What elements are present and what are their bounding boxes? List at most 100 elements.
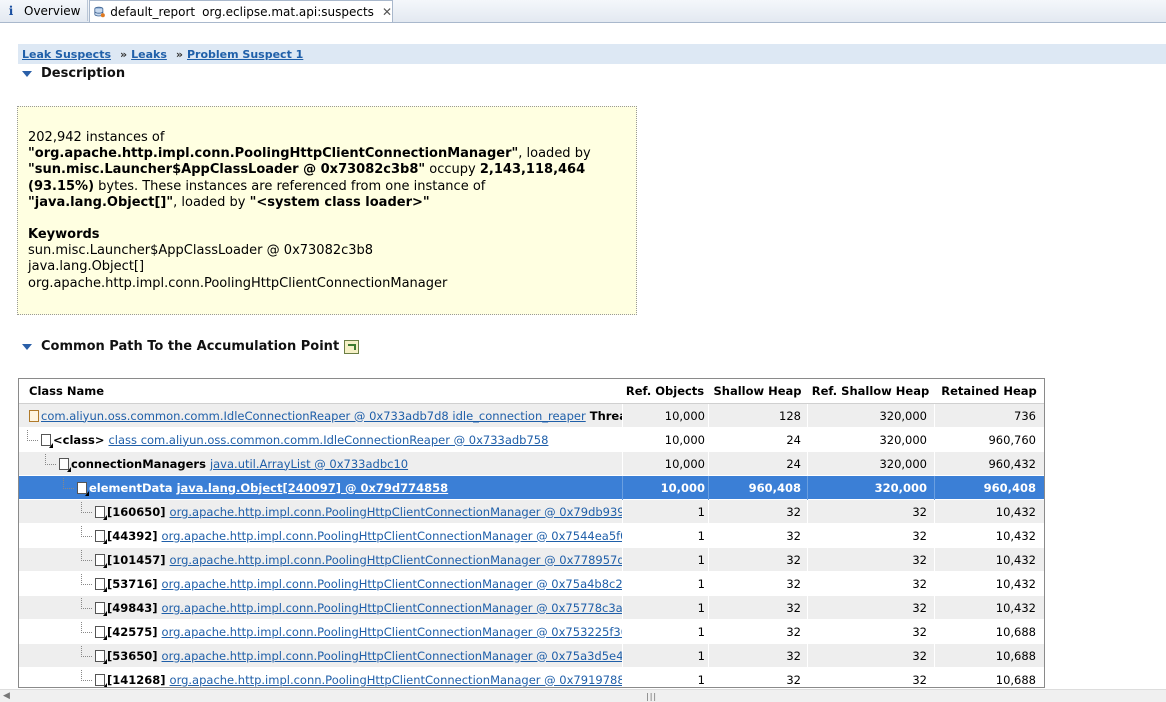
retained-heap-cell: 10,432 — [934, 571, 1044, 596]
table-row[interactable]: [160650] org.apache.http.impl.conn.Poolin… — [19, 499, 1044, 524]
class-name-cell[interactable]: com.aliyun.oss.common.comm.IdleConnectio… — [19, 404, 622, 428]
close-icon[interactable]: ✕ — [382, 5, 392, 19]
tree-connector — [45, 453, 56, 465]
table-row[interactable]: [101457] org.apache.http.impl.conn.Poolin… — [19, 547, 1044, 572]
tree-connector — [81, 525, 92, 537]
editor-tab-bar: i Overview default_report org.eclipse.ma… — [0, 0, 1166, 23]
tree-connector — [81, 669, 92, 681]
field-name: connectionManagers — [71, 456, 206, 471]
tree-connector — [27, 429, 38, 441]
path-details-icon[interactable] — [344, 339, 360, 354]
field-name: [141268] — [107, 672, 166, 687]
shallow-heap-cell: 32 — [708, 523, 807, 548]
class-name-cell[interactable]: [53716] org.apache.http.impl.conn.Pooling… — [19, 572, 622, 596]
ref-shallow-heap-cell: 320,000 — [807, 427, 934, 452]
tab-default-report-label: default_report — [110, 4, 196, 19]
breadcrumb-leaks[interactable]: Leaks — [131, 48, 167, 61]
ref-shallow-heap-cell: 32 — [807, 619, 934, 644]
class-name-cell[interactable]: [101457] org.apache.http.impl.conn.Poolin… — [19, 548, 622, 572]
table-body: com.aliyun.oss.common.comm.IdleConnectio… — [19, 403, 1044, 687]
object-link[interactable]: com.aliyun.oss.common.comm.IdleConnectio… — [41, 409, 586, 423]
class-name-cell[interactable]: [44392] org.apache.http.impl.conn.Pooling… — [19, 524, 622, 548]
retained-heap-cell: 10,432 — [934, 499, 1044, 524]
class-name-cell[interactable]: [42575] org.apache.http.impl.conn.Pooling… — [19, 620, 622, 644]
description-section-toggle[interactable]: Description — [20, 66, 125, 81]
table-row[interactable]: [53650] org.apache.http.impl.conn.Pooling… — [19, 643, 1044, 668]
object-icon — [95, 625, 107, 640]
field-name: [49843] — [107, 600, 158, 615]
breadcrumb-leak-suspects[interactable]: Leak Suspects — [22, 48, 111, 61]
object-icon — [41, 433, 53, 448]
tree-connector — [63, 477, 74, 489]
object-icon — [95, 529, 107, 544]
ref-shallow-heap-cell: 32 — [807, 643, 934, 668]
ref-shallow-heap-cell: 32 — [807, 571, 934, 596]
retained-heap-cell: 10,432 — [934, 595, 1044, 620]
common-path-section-toggle[interactable]: Common Path To the Accumulation Point — [20, 339, 360, 354]
retained-heap-cell: 960,760 — [934, 427, 1044, 452]
keyword-item: org.apache.http.impl.conn.PoolingHttpCli… — [28, 275, 448, 291]
class-name-cell[interactable]: connectionManagers java.util.ArrayList @ … — [19, 452, 622, 476]
ref-objects-cell: 10,000 — [622, 451, 708, 476]
scroll-grip-icon[interactable]: ||| — [646, 692, 657, 701]
object-icon — [29, 409, 39, 422]
table-row[interactable]: [141268] org.apache.http.impl.conn.Poolin… — [19, 667, 1044, 687]
breadcrumb: Leak Suspects » Leaks » Problem Suspect … — [18, 44, 1166, 64]
object-link[interactable]: org.apache.http.impl.conn.PoolingHttpCli… — [170, 553, 622, 567]
object-link[interactable]: java.lang.Object[240097] @ 0x79d774858 — [177, 481, 449, 495]
class-name-cell[interactable]: [53650] org.apache.http.impl.conn.Pooling… — [19, 644, 622, 668]
object-icon — [95, 553, 107, 568]
tab-default-report-query: org.eclipse.mat.api:suspects — [202, 4, 374, 19]
object-link[interactable]: org.apache.http.impl.conn.PoolingHttpCli… — [162, 529, 622, 543]
class-name-cell[interactable]: [160650] org.apache.http.impl.conn.Poolin… — [19, 500, 622, 524]
table-row[interactable]: [53716] org.apache.http.impl.conn.Pooling… — [19, 571, 1044, 596]
column-header-retained-heap[interactable]: Retained Heap — [934, 384, 1044, 398]
ref-shallow-heap-cell: 32 — [807, 595, 934, 620]
object-link[interactable]: java.util.ArrayList @ 0x733adbc10 — [210, 457, 408, 471]
table-row[interactable]: [44392] org.apache.http.impl.conn.Pooling… — [19, 523, 1044, 548]
shallow-heap-cell: 32 — [708, 643, 807, 668]
field-name: [42575] — [107, 624, 158, 639]
object-link[interactable]: org.apache.http.impl.conn.PoolingHttpCli… — [162, 625, 622, 639]
object-link[interactable]: org.apache.http.impl.conn.PoolingHttpCli… — [162, 649, 622, 663]
breadcrumb-problem-suspect-1[interactable]: Problem Suspect 1 — [187, 48, 303, 61]
field-name: [53650] — [107, 648, 158, 663]
table-row[interactable]: connectionManagers java.util.ArrayList @ … — [19, 451, 1044, 476]
object-link[interactable]: org.apache.http.impl.conn.PoolingHttpCli… — [170, 673, 622, 687]
tab-overview-label: Overview — [24, 3, 81, 18]
object-icon — [95, 649, 107, 664]
field-name: [101457] — [107, 552, 166, 567]
database-icon — [94, 6, 105, 17]
object-link[interactable]: org.apache.http.impl.conn.PoolingHttpCli… — [162, 601, 622, 615]
column-header-class-name[interactable]: Class Name — [19, 384, 622, 398]
info-icon: i — [8, 3, 14, 18]
table-row[interactable]: elementData java.lang.Object[240097] @ 0x… — [19, 475, 1044, 500]
column-header-shallow-heap[interactable]: Shallow Heap — [708, 384, 807, 398]
table-row[interactable]: [42575] org.apache.http.impl.conn.Pooling… — [19, 619, 1044, 644]
tab-overview[interactable]: i Overview — [0, 0, 88, 21]
ref-objects-cell: 1 — [622, 619, 708, 644]
keyword-item: java.lang.Object[] — [28, 259, 145, 275]
class-name-cell[interactable]: [49843] org.apache.http.impl.conn.Pooling… — [19, 596, 622, 620]
column-header-ref-objects[interactable]: Ref. Objects — [622, 384, 708, 398]
ref-shallow-heap-cell: 32 — [807, 523, 934, 548]
shallow-heap-cell: 32 — [708, 667, 807, 687]
horizontal-scrollbar[interactable]: ◀ ||| — [0, 689, 1166, 702]
accumulation-path-table: Class Name Ref. Objects Shallow Heap Ref… — [18, 378, 1045, 688]
table-row[interactable]: com.aliyun.oss.common.comm.IdleConnectio… — [19, 403, 1044, 428]
breadcrumb-separator: » — [175, 47, 183, 61]
class-name-cell[interactable]: elementData java.lang.Object[240097] @ 0x… — [19, 476, 622, 500]
table-row[interactable]: [49843] org.apache.http.impl.conn.Pooling… — [19, 595, 1044, 620]
column-header-ref-shallow-heap[interactable]: Ref. Shallow Heap — [807, 384, 934, 398]
object-link[interactable]: class com.aliyun.oss.common.comm.IdleCon… — [108, 433, 548, 447]
class-name-cell[interactable]: <class> class com.aliyun.oss.common.comm.… — [19, 428, 622, 452]
table-row[interactable]: <class> class com.aliyun.oss.common.comm.… — [19, 427, 1044, 452]
scroll-left-icon[interactable]: ◀ — [3, 691, 10, 701]
retained-heap-cell: 10,688 — [934, 643, 1044, 668]
tab-default-report[interactable]: default_report org.eclipse.mat.api:suspe… — [89, 0, 393, 22]
class-name-cell[interactable]: [141268] org.apache.http.impl.conn.Poolin… — [19, 668, 622, 687]
shallow-heap-cell: 24 — [708, 427, 807, 452]
shallow-heap-cell: 32 — [708, 595, 807, 620]
object-link[interactable]: org.apache.http.impl.conn.PoolingHttpCli… — [162, 577, 622, 591]
object-link[interactable]: org.apache.http.impl.conn.PoolingHttpCli… — [170, 505, 622, 519]
